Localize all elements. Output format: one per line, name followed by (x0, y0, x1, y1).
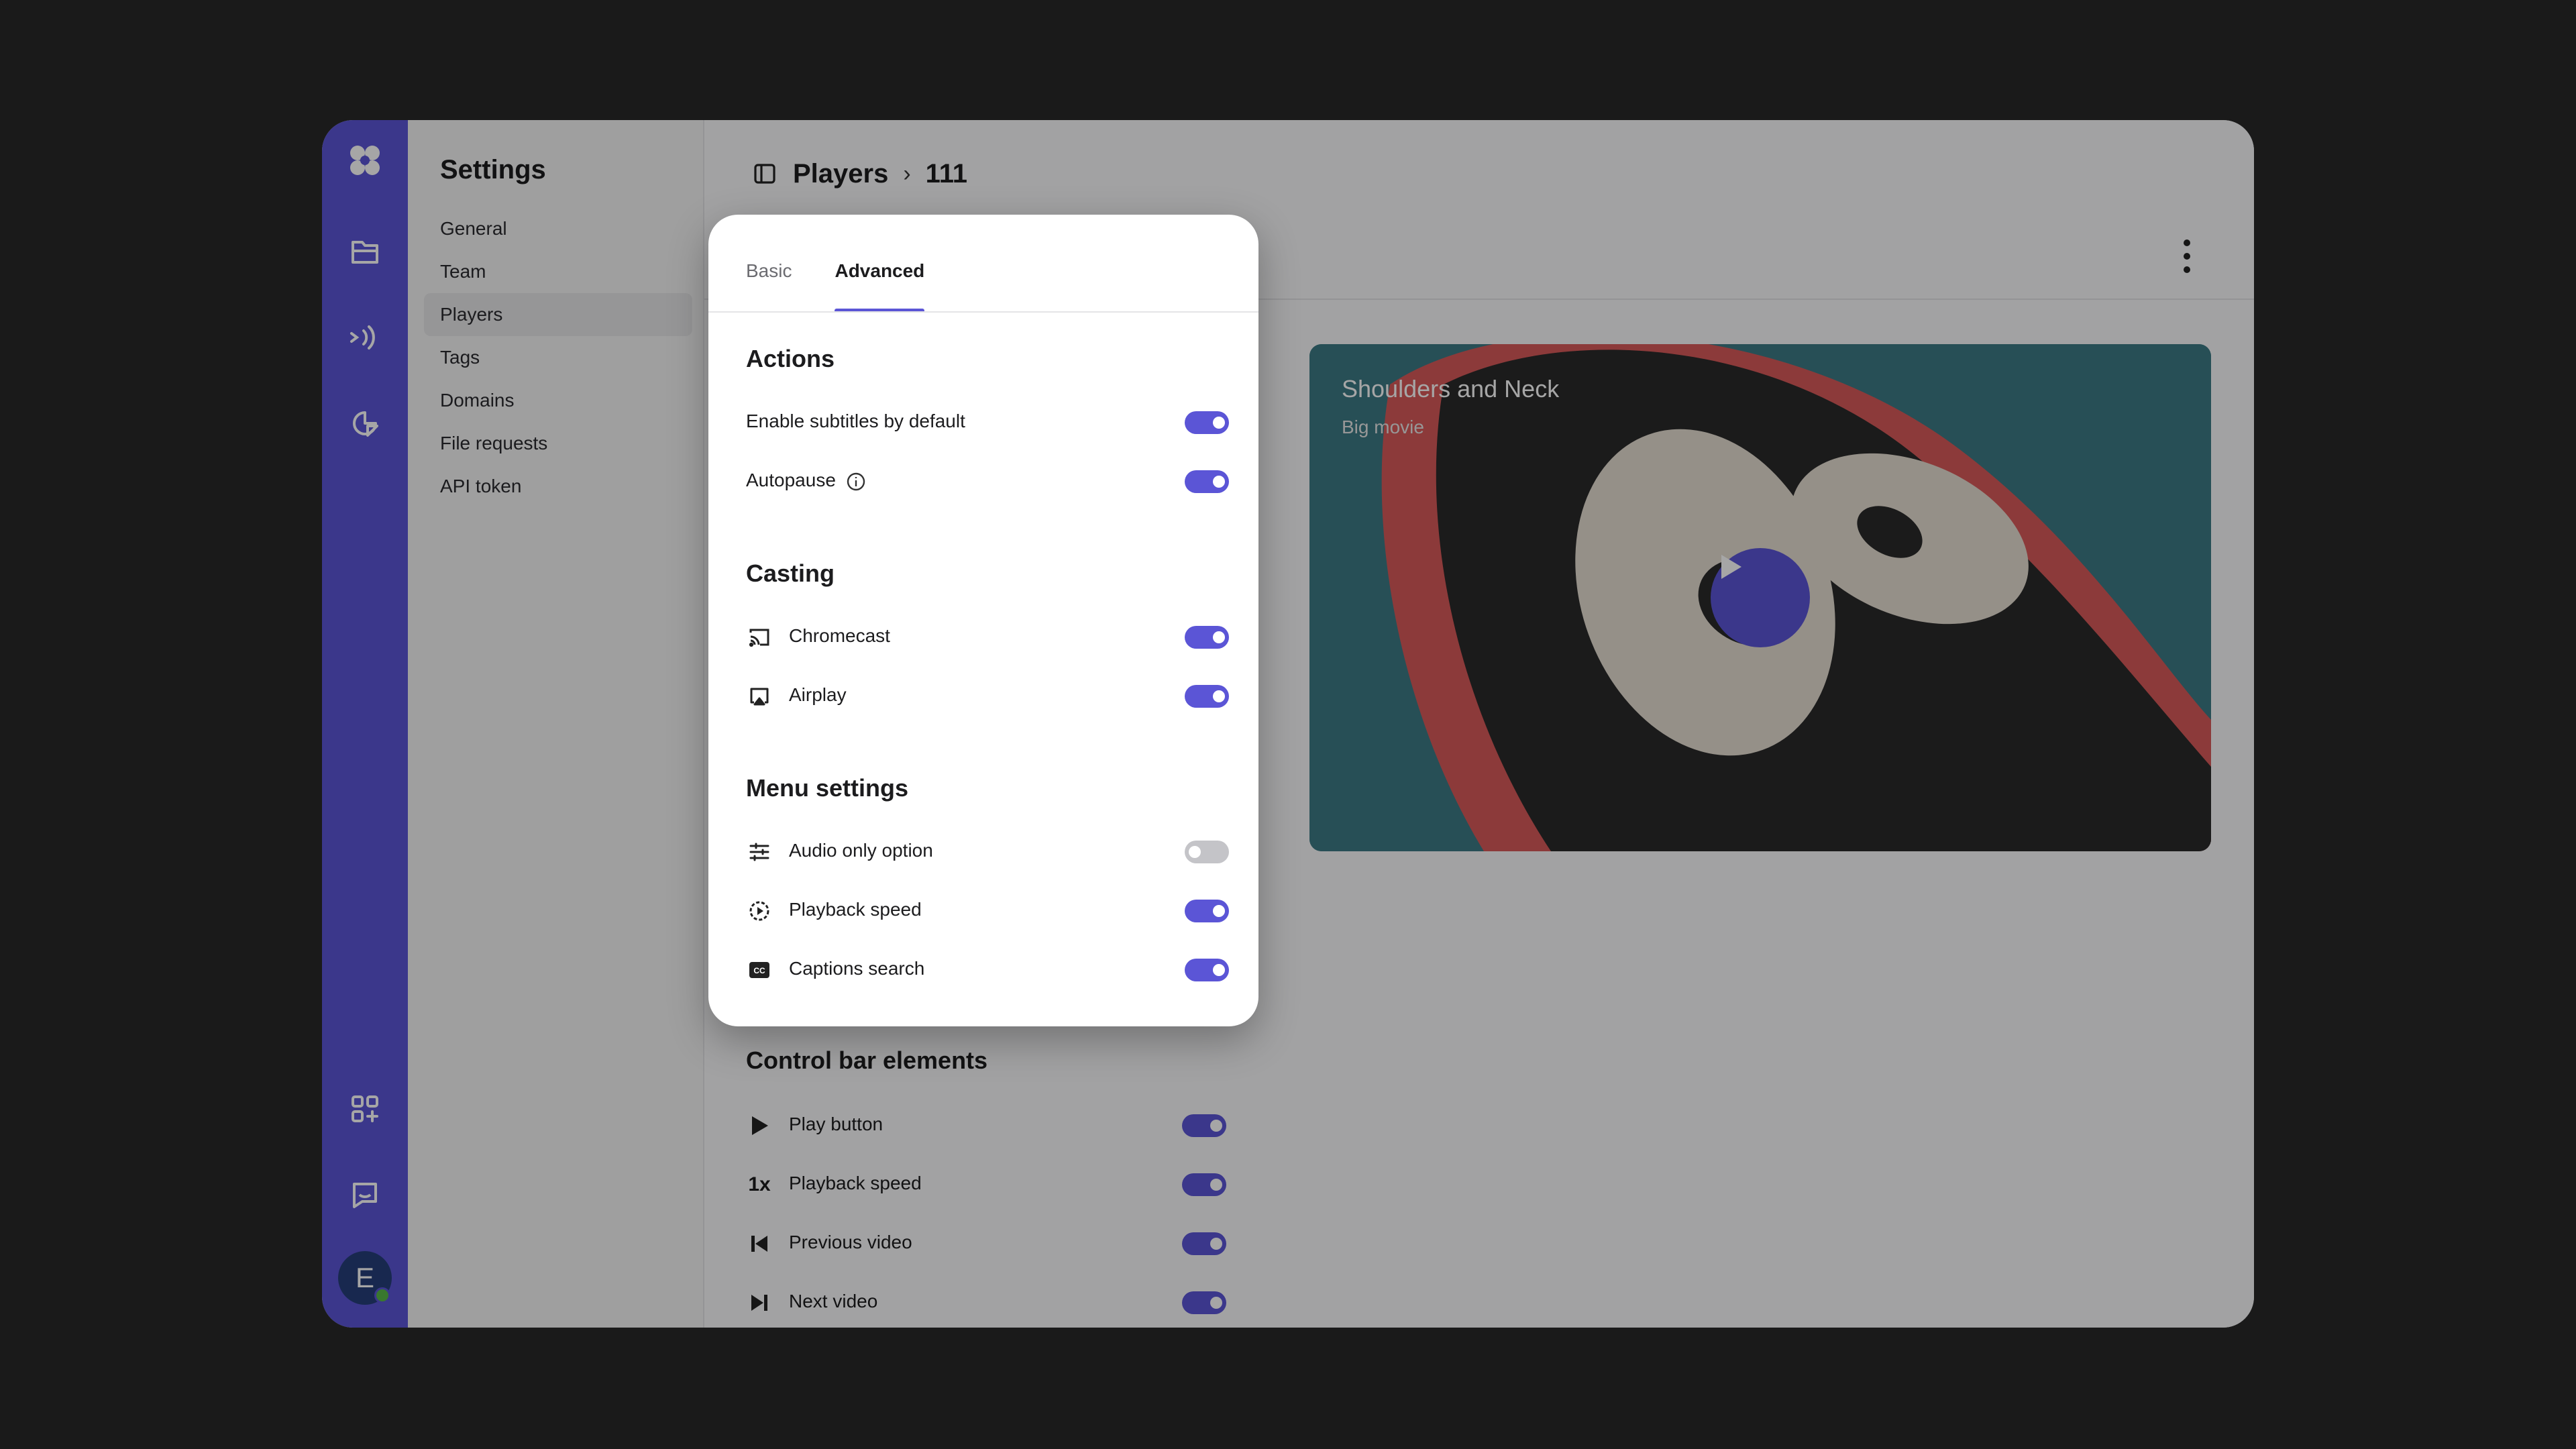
player-settings-dialog: Basic Advanced Actions Enable subtitles … (708, 215, 1258, 1026)
setting-label: Next video (789, 1291, 878, 1311)
captions-search-toggle[interactable] (1185, 959, 1229, 981)
speed-dial-icon (746, 898, 773, 924)
setting-label: Audio only option (789, 840, 933, 861)
nav-item-general[interactable]: General (424, 207, 692, 250)
avatar-initial: E (355, 1262, 374, 1293)
airplay-toggle[interactable] (1185, 685, 1229, 708)
setting-row-autopause: Autopause (746, 462, 1229, 502)
cc-icon: CC (746, 957, 773, 983)
setting-row-airplay: Airplay (746, 676, 1229, 716)
more-dot-icon (2184, 253, 2190, 260)
next-video-toggle[interactable] (1182, 1291, 1226, 1314)
control-bar-title: Control bar elements (746, 1046, 988, 1074)
section-title-actions: Actions (746, 345, 835, 372)
nav-item-team[interactable]: Team (424, 250, 692, 293)
section-title-casting: Casting (746, 559, 835, 587)
setting-row-subtitles-default: Enable subtitles by default (746, 402, 1229, 443)
setting-label: Playback speed (789, 899, 922, 920)
more-dot-icon (2184, 266, 2190, 273)
video-preview[interactable]: Shoulders and Neck Big movie (1309, 344, 2211, 851)
breadcrumb-parent[interactable]: Players (793, 159, 888, 189)
play-icon (1721, 555, 1741, 579)
play-icon (746, 1112, 773, 1139)
breadcrumb: Players › 111 (751, 154, 967, 194)
nav-item-domains[interactable]: Domains (424, 379, 692, 422)
previous-video-toggle[interactable] (1182, 1232, 1226, 1255)
setting-label: Playback speed (789, 1173, 922, 1193)
airplay-icon (746, 683, 773, 710)
setting-label: Previous video (789, 1232, 912, 1252)
apps-add-icon[interactable] (346, 1090, 384, 1128)
more-dot-icon (2184, 239, 2190, 246)
playback-speed-toggle[interactable] (1185, 900, 1229, 922)
settings-title: Settings (440, 155, 546, 184)
video-subtitle: Big movie (1342, 417, 1424, 437)
setting-row-audio-only: Audio only option (746, 832, 1229, 872)
settings-nav-list: General Team Players Tags Domains File r… (424, 207, 692, 508)
setting-label: Autopause (746, 470, 836, 490)
video-title: Shoulders and Neck (1342, 375, 1560, 402)
analytics-icon[interactable] (346, 405, 384, 442)
speed-1x-icon: 1x (748, 1173, 771, 1195)
sidebar-rail: E (322, 120, 408, 1328)
setting-label: Captions search (789, 958, 925, 979)
control-bar-section: Control bar elements Play button 1x Play… (746, 1006, 1229, 1342)
nav-item-players[interactable]: Players (424, 293, 692, 336)
nav-item-tags[interactable]: Tags (424, 336, 692, 379)
play-button[interactable] (1711, 548, 1810, 647)
chevron-right-icon: › (903, 160, 911, 186)
dialog-body: Actions Enable subtitles by default Auto… (746, 215, 1229, 1026)
nav-item-file-requests[interactable]: File requests (424, 422, 692, 465)
play-button-toggle[interactable] (1182, 1114, 1226, 1137)
setting-row-chromecast: Chromecast (746, 617, 1229, 657)
user-avatar[interactable]: E (338, 1251, 392, 1305)
sidebar-toggle-icon[interactable] (751, 160, 778, 187)
app-window: E Settings General Team Players Tags Dom… (322, 120, 2254, 1328)
setting-row-playback-speed: 1x Playback speed (746, 1165, 1229, 1205)
autopause-toggle[interactable] (1185, 470, 1229, 493)
breadcrumb-current: 111 (925, 158, 967, 189)
svg-text:CC: CC (753, 966, 765, 975)
setting-row-play-button: Play button (746, 1106, 1229, 1146)
setting-label: Chromecast (789, 625, 890, 646)
logo-icon[interactable] (346, 142, 384, 179)
info-icon[interactable] (845, 471, 867, 492)
chromecast-icon (746, 624, 773, 651)
feedback-icon[interactable] (346, 1176, 384, 1214)
audio-only-toggle[interactable] (1185, 841, 1229, 863)
setting-row-next-video: Next video (746, 1283, 1229, 1323)
previous-icon (746, 1230, 773, 1257)
playback-speed-toggle[interactable] (1182, 1173, 1226, 1196)
setting-row-captions-search: CC Captions search (746, 950, 1229, 990)
subtitles-default-toggle[interactable] (1185, 411, 1229, 434)
section-title-menu-settings: Menu settings (746, 774, 909, 802)
setting-label: Airplay (789, 684, 847, 705)
settings-nav: Settings General Team Players Tags Domai… (408, 120, 704, 1328)
broadcast-icon[interactable] (346, 319, 384, 356)
online-status-dot (374, 1287, 390, 1303)
next-icon (746, 1289, 773, 1316)
folder-icon[interactable] (346, 233, 384, 270)
sliders-icon (746, 839, 773, 865)
nav-item-api-token[interactable]: API token (424, 465, 692, 508)
chromecast-toggle[interactable] (1185, 626, 1229, 649)
setting-row-playback-speed: Playback speed (746, 891, 1229, 931)
setting-row-previous-video: Previous video (746, 1224, 1229, 1264)
setting-label: Play button (789, 1114, 883, 1134)
setting-label: Enable subtitles by default (746, 411, 965, 431)
more-options-button[interactable] (2180, 239, 2194, 273)
